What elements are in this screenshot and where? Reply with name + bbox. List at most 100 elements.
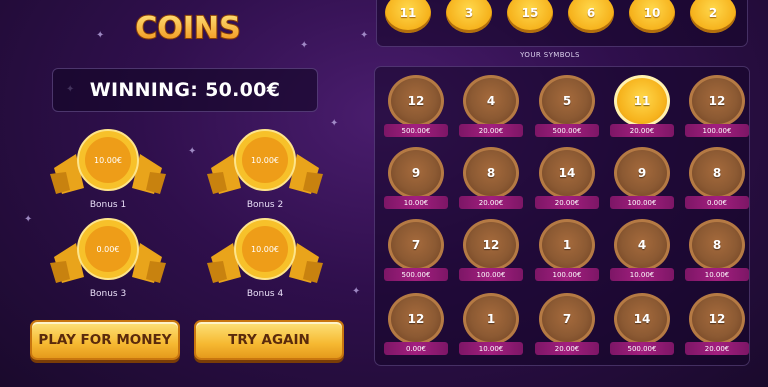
winning-number: 15: [507, 0, 553, 33]
winning-number-coin: 6: [568, 0, 614, 33]
bonus-value: 10.00€: [94, 155, 122, 165]
symbol-cell[interactable]: 14 500.00€: [607, 293, 677, 359]
symbol-cell[interactable]: 4 20.00€: [456, 75, 526, 141]
symbol-number: 7: [388, 219, 444, 271]
symbol-prize: 100.00€: [685, 124, 749, 137]
symbol-number: 12: [463, 219, 519, 271]
symbol-number: 7: [539, 293, 595, 345]
symbol-cell[interactable]: 14 20.00€: [532, 147, 602, 213]
symbol-number: 14: [614, 293, 670, 345]
symbol-cell[interactable]: 12 100.00€: [456, 219, 526, 285]
symbol-cell[interactable]: 8 0.00€: [682, 147, 752, 213]
symbol-cell[interactable]: 7 20.00€: [532, 293, 602, 359]
winning-numbers-panel: 11 3 15 6 10 2: [376, 0, 748, 47]
symbol-cell[interactable]: 8 10.00€: [682, 219, 752, 285]
symbol-number: 4: [463, 75, 519, 127]
symbol-prize: 100.00€: [610, 196, 674, 209]
try-again-button[interactable]: TRY AGAIN: [194, 320, 344, 360]
symbol-prize: 10.00€: [459, 342, 523, 355]
winning-number-coin: 10: [629, 0, 675, 33]
sparkle-icon: ✦: [300, 40, 309, 51]
symbol-prize: 500.00€: [384, 124, 448, 137]
sparkle-icon: ✦: [24, 214, 33, 225]
symbol-cell[interactable]: 8 20.00€: [456, 147, 526, 213]
symbol-prize: 20.00€: [535, 196, 599, 209]
symbol-cell[interactable]: 12 500.00€: [381, 75, 451, 141]
symbol-cell[interactable]: 12 100.00€: [682, 75, 752, 141]
symbol-number: 4: [614, 219, 670, 271]
bonus-value: 0.00€: [96, 244, 120, 254]
bonus-medal-2[interactable]: 10.00€ Bonus 2: [205, 128, 325, 216]
winning-number: 3: [446, 0, 492, 33]
bonus-medal-3[interactable]: 0.00€ Bonus 3: [48, 217, 168, 305]
bonus-medal-4[interactable]: 10.00€ Bonus 4: [205, 217, 325, 305]
symbol-prize: 10.00€: [384, 196, 448, 209]
symbol-prize: 20.00€: [610, 124, 674, 137]
winning-number-coin: 15: [507, 0, 553, 33]
symbol-number: 1: [539, 219, 595, 271]
symbol-cell[interactable]: 4 10.00€: [607, 219, 677, 285]
sparkle-icon: ✦: [360, 30, 369, 41]
symbol-prize: 500.00€: [384, 268, 448, 281]
symbol-number: 12: [388, 75, 444, 127]
symbol-prize: 100.00€: [459, 268, 523, 281]
play-for-money-button[interactable]: PLAY FOR MONEY: [30, 320, 180, 360]
bonus-value: 10.00€: [251, 244, 279, 254]
symbol-number: 11: [614, 75, 670, 127]
symbol-prize: 0.00€: [384, 342, 448, 355]
symbol-number: 14: [539, 147, 595, 199]
winning-number-coin: 2: [690, 0, 736, 33]
bonus-label: Bonus 2: [246, 200, 284, 210]
bonus-value: 10.00€: [251, 155, 279, 165]
symbol-cell[interactable]: 1 100.00€: [532, 219, 602, 285]
symbol-cell[interactable]: 5 500.00€: [532, 75, 602, 141]
symbol-number: 8: [463, 147, 519, 199]
symbol-cell[interactable]: 9 100.00€: [607, 147, 677, 213]
symbol-number: 12: [689, 293, 745, 345]
symbol-number: 8: [689, 147, 745, 199]
symbol-prize: 10.00€: [685, 268, 749, 281]
winning-number: 2: [690, 0, 736, 33]
symbol-prize: 0.00€: [685, 196, 749, 209]
sparkle-icon: ✦: [352, 286, 361, 297]
symbol-prize: 20.00€: [459, 196, 523, 209]
winning-display: WINNING: 50.00€: [52, 68, 318, 112]
symbol-number: 12: [388, 293, 444, 345]
sparkle-icon: ✦: [188, 146, 197, 157]
sparkle-icon: ✦: [330, 118, 339, 129]
symbol-prize: 500.00€: [535, 124, 599, 137]
symbol-number: 9: [388, 147, 444, 199]
symbol-prize: 20.00€: [535, 342, 599, 355]
symbol-cell[interactable]: 12 20.00€: [682, 293, 752, 359]
lucky-coins-logo-icon: COINS: [134, 10, 241, 47]
symbol-prize: 10.00€: [610, 268, 674, 281]
symbol-prize: 500.00€: [610, 342, 674, 355]
symbol-number: 9: [614, 147, 670, 199]
symbol-cell[interactable]: 9 10.00€: [381, 147, 451, 213]
symbol-cell-matched[interactable]: 11 20.00€: [607, 75, 677, 141]
symbol-prize: 20.00€: [459, 124, 523, 137]
game-logo: COINS: [128, 0, 248, 48]
symbol-number: 8: [689, 219, 745, 271]
symbol-cell[interactable]: 1 10.00€: [456, 293, 526, 359]
winning-number: 6: [568, 0, 614, 33]
winning-number: 10: [629, 0, 675, 33]
symbol-cell[interactable]: 7 500.00€: [381, 219, 451, 285]
bonus-label: Bonus 4: [246, 289, 284, 299]
your-symbols-title: YOUR SYMBOLS: [520, 51, 580, 59]
symbols-grid: 12 500.00€ 4 20.00€ 5 500.00€ 11 20.00€ 12 10…: [374, 66, 750, 366]
symbol-cell[interactable]: 12 0.00€: [381, 293, 451, 359]
bonus-medal-1[interactable]: 10.00€ Bonus 1: [48, 128, 168, 216]
logo-text: COINS: [135, 11, 240, 46]
bonus-label: Bonus 1: [89, 200, 127, 210]
sparkle-icon: ✦: [96, 30, 105, 41]
winning-number-coin: 3: [446, 0, 492, 33]
symbol-number: 5: [539, 75, 595, 127]
symbol-number: 1: [463, 293, 519, 345]
winning-number: 11: [385, 0, 431, 33]
symbol-number: 12: [689, 75, 745, 127]
symbol-prize: 20.00€: [685, 342, 749, 355]
bonus-label: Bonus 3: [89, 289, 127, 299]
winning-number-coin: 11: [385, 0, 431, 33]
symbol-prize: 100.00€: [535, 268, 599, 281]
